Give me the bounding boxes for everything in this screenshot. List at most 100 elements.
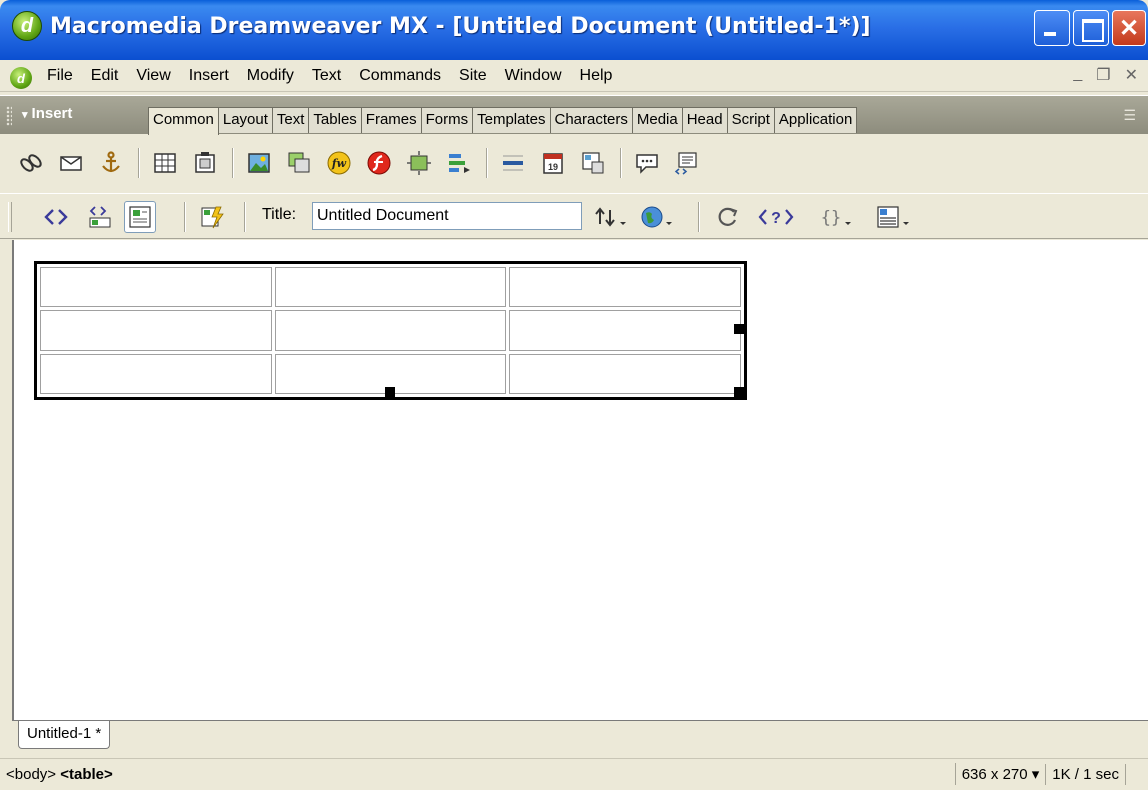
navigation-bar-button[interactable]	[442, 146, 476, 180]
flash-button[interactable]	[362, 146, 396, 180]
flash-icon	[367, 151, 391, 175]
live-data-icon	[201, 206, 224, 229]
doc-close-icon[interactable]: ✕	[1125, 65, 1138, 85]
preview-browser-icon	[641, 206, 672, 228]
horizontal-rule-icon	[503, 155, 523, 171]
image-placeholder-button[interactable]	[282, 146, 316, 180]
document-tabs: Untitled-1 *	[12, 720, 1148, 750]
tag-chooser-button[interactable]	[670, 146, 704, 180]
design-view-icon	[129, 206, 151, 228]
insert-panel-header[interactable]: ▾ Insert Common Layout Text Tables Frames…	[0, 96, 1148, 135]
tab-forms[interactable]: Forms	[421, 107, 474, 133]
tab-text[interactable]: Text	[272, 107, 310, 133]
selected-table[interactable]	[34, 261, 747, 400]
insert-panel-label[interactable]: ▾ Insert	[22, 105, 72, 122]
menu-site[interactable]: Site	[450, 65, 496, 87]
tab-head[interactable]: Head	[682, 107, 728, 133]
tab-layout[interactable]: Layout	[218, 107, 273, 133]
resize-handle-bottom[interactable]	[385, 387, 395, 397]
toolbar-grip[interactable]	[8, 202, 12, 232]
design-view-button[interactable]	[124, 201, 156, 233]
toolbar-separator	[184, 202, 186, 232]
live-data-button[interactable]	[196, 201, 228, 233]
resize-handle-corner[interactable]	[734, 387, 744, 397]
tab-templates[interactable]: Templates	[473, 107, 551, 133]
dreamweaver-logo-icon[interactable]: d	[12, 11, 42, 41]
toolbar-separator	[138, 148, 140, 178]
resize-handle-right[interactable]	[734, 324, 744, 334]
table-cell[interactable]	[40, 353, 272, 394]
design-options-button[interactable]	[872, 201, 916, 233]
tabular-data-button[interactable]	[576, 146, 610, 180]
menu-commands[interactable]: Commands	[350, 65, 450, 87]
comment-button[interactable]	[630, 146, 664, 180]
page-title-input[interactable]	[312, 202, 582, 230]
menu-window[interactable]: Window	[496, 65, 571, 87]
doc-restore-icon[interactable]: ❐	[1096, 65, 1110, 85]
minimize-icon	[1035, 11, 1069, 45]
fireworks-html-button[interactable]: fw	[322, 146, 356, 180]
menu-file[interactable]: File	[38, 65, 82, 87]
code-view-button[interactable]	[40, 201, 72, 233]
image-icon	[248, 153, 270, 173]
window-size[interactable]: 636 x 270 ▾	[954, 763, 1046, 785]
draw-layer-button[interactable]	[188, 146, 222, 180]
maximize-icon	[1074, 11, 1108, 45]
split-view-button[interactable]	[84, 201, 116, 233]
tab-application[interactable]: Application	[774, 107, 858, 133]
table-cell[interactable]	[40, 267, 272, 308]
date-icon: 19	[543, 153, 563, 174]
toolbar-separator	[232, 148, 234, 178]
refresh-button[interactable]	[712, 201, 744, 233]
menu-view[interactable]: View	[127, 65, 179, 87]
navigation-bar-icon	[449, 154, 470, 173]
menu-modify[interactable]: Modify	[238, 65, 303, 87]
title-label: Title:	[262, 206, 297, 223]
table-cell[interactable]	[509, 267, 741, 308]
tab-script[interactable]: Script	[727, 107, 775, 133]
tab-frames[interactable]: Frames	[361, 107, 422, 133]
tag-body[interactable]: <body>	[6, 766, 56, 783]
horizontal-rule-button[interactable]	[496, 146, 530, 180]
design-canvas[interactable]	[12, 240, 1148, 720]
menu-edit[interactable]: Edit	[82, 65, 128, 87]
rollover-image-button[interactable]	[402, 146, 436, 180]
maximize-button[interactable]	[1073, 10, 1109, 46]
menu-insert[interactable]: Insert	[180, 65, 238, 87]
menu-text[interactable]: Text	[303, 65, 350, 87]
document-control-icon[interactable]: d	[10, 67, 32, 89]
close-button[interactable]: ✕	[1112, 10, 1146, 46]
minimize-button[interactable]	[1034, 10, 1070, 46]
table-cell[interactable]	[274, 267, 507, 308]
tag-table[interactable]: <table>	[60, 766, 113, 783]
hyperlink-button[interactable]	[14, 146, 48, 180]
image-button[interactable]	[242, 146, 276, 180]
doc-minimize-icon[interactable]: _	[1073, 65, 1082, 85]
tab-characters[interactable]: Characters	[550, 107, 633, 133]
file-management-button[interactable]	[590, 201, 634, 233]
split-view-icon	[89, 206, 111, 228]
named-anchor-button[interactable]	[94, 146, 128, 180]
braces-button[interactable]: {}	[818, 201, 858, 233]
email-link-button[interactable]	[54, 146, 88, 180]
date-button[interactable]: 19	[536, 146, 570, 180]
tab-common[interactable]: Common	[148, 107, 219, 135]
tab-untitled-1[interactable]: Untitled-1 *	[18, 721, 111, 749]
panel-grip-icon[interactable]	[6, 106, 12, 126]
menu-help[interactable]: Help	[571, 65, 622, 87]
table-button[interactable]	[148, 146, 182, 180]
panel-options-icon[interactable]: ☰	[1123, 107, 1136, 124]
title-bar[interactable]: d Macromedia Dreamweaver MX - [Untitled …	[0, 0, 1148, 60]
preview-browser-button[interactable]	[636, 201, 680, 233]
tab-tables[interactable]: Tables	[309, 107, 362, 133]
view-options-button[interactable]: ?	[756, 201, 796, 233]
image-placeholder-icon	[288, 152, 310, 173]
table-cell[interactable]	[40, 310, 272, 351]
tab-media[interactable]: Media	[632, 107, 683, 133]
table-cell[interactable]	[274, 310, 507, 351]
table-cell[interactable]	[509, 310, 741, 351]
design-options-icon	[877, 206, 909, 228]
table-cell[interactable]	[509, 353, 741, 394]
rollover-image-icon	[407, 151, 431, 175]
status-bar: <body> <table> 636 x 270 ▾ 1K / 1 sec	[0, 758, 1148, 790]
